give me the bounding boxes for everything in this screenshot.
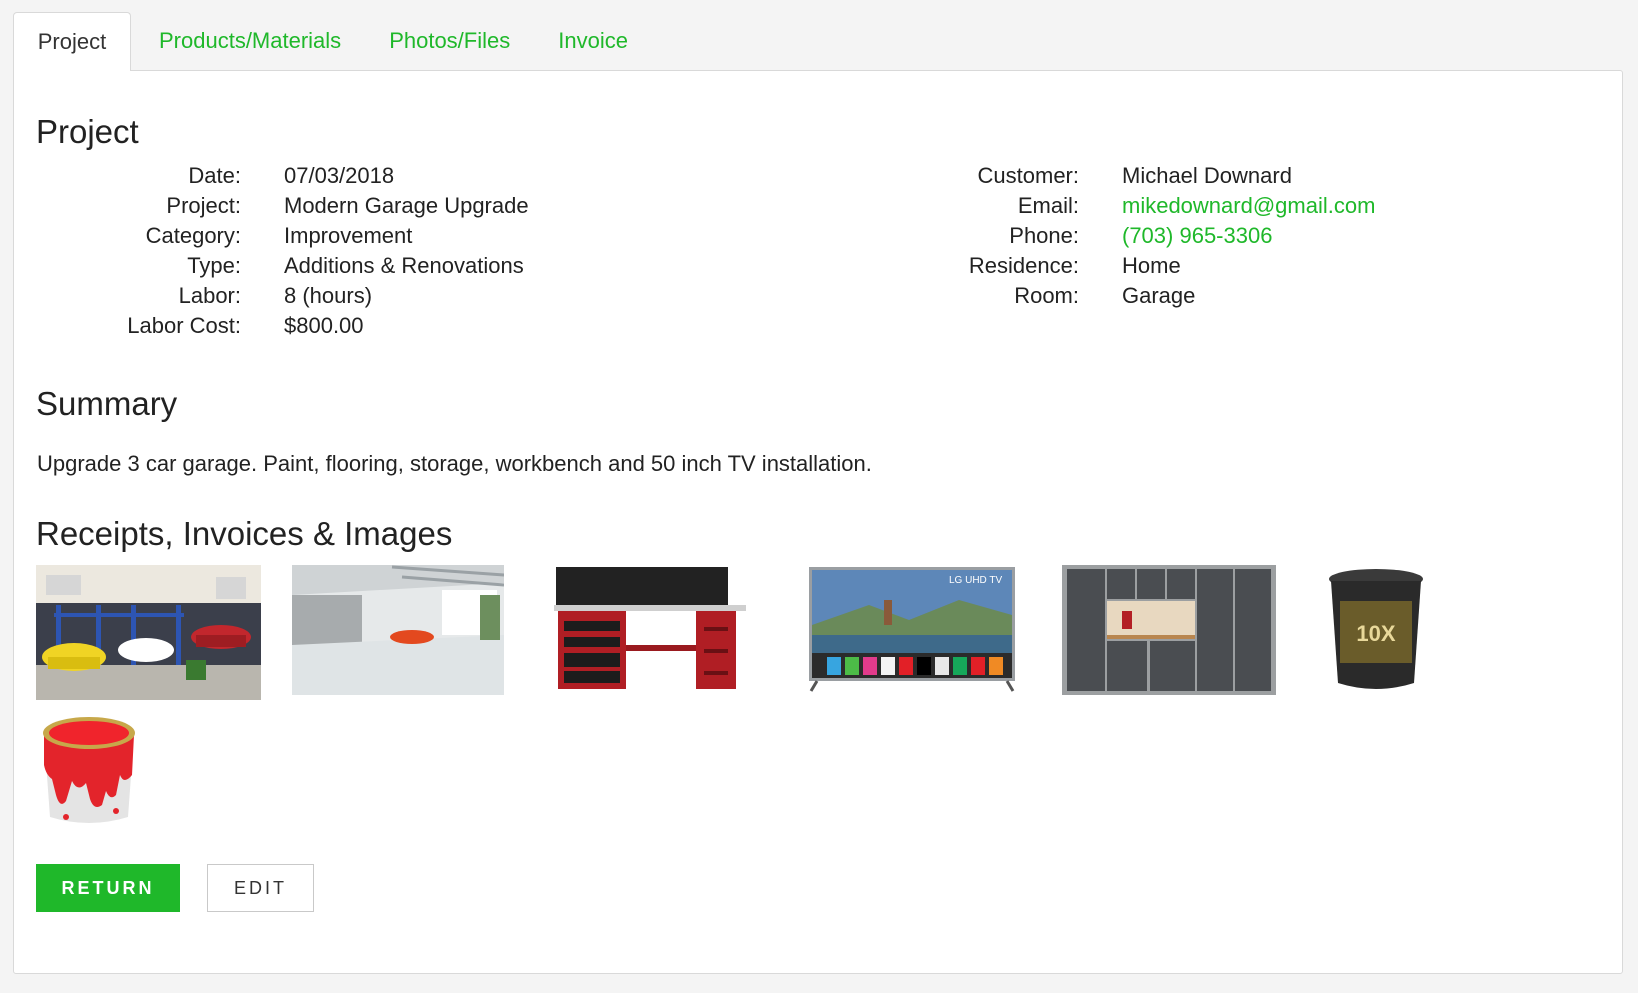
tab-photos-files[interactable]: Photos/Files [365, 12, 534, 70]
summary-heading: Summary [36, 385, 178, 422]
field-row-labor-cost: Labor Cost: $800.00 [14, 311, 529, 341]
email-link[interactable]: mikedownard@gmail.com [1122, 193, 1375, 219]
field-label: Category: [145, 223, 241, 248]
edit-button[interactable]: EDIT [207, 864, 314, 912]
field-label: Room: [1014, 283, 1079, 308]
paint-can-image [43, 717, 135, 823]
field-value: Additions & Renovations [284, 253, 524, 278]
summary-text: Upgrade 3 car garage. Paint, flooring, s… [37, 451, 872, 476]
phone-link[interactable]: (703) 965-3306 [1122, 223, 1272, 249]
attachment-thumbnail-coating-bucket[interactable]: 10X [1326, 565, 1426, 693]
bucket-label-text: 10X [1356, 621, 1395, 646]
field-row-customer: Customer: Michael Downard [939, 161, 1375, 191]
field-label: Project: [166, 193, 241, 218]
field-label: Email: [1017, 193, 1079, 218]
garage-floor-image [292, 565, 504, 695]
tab-bar: Project Products/Materials Photos/Files … [13, 12, 652, 71]
field-row-residence: Residence: Home [939, 251, 1375, 281]
attachment-thumbnail-garage-lifts[interactable] [36, 565, 261, 700]
tv-brand-text: LG UHD TV [949, 575, 1002, 586]
field-row-type: Type: Additions & Renovations [14, 251, 529, 281]
field-value: Michael Downard [1122, 163, 1292, 188]
field-value: $800.00 [284, 313, 364, 338]
field-row-project: Project: Modern Garage Upgrade [14, 191, 529, 221]
field-row-phone: Phone: (703) 965-3306 [939, 221, 1375, 251]
project-panel: Project Date: 07/03/2018 Project: Modern G… [13, 70, 1623, 974]
field-value: 8 (hours) [284, 283, 373, 308]
field-label: Residence: [968, 253, 1079, 278]
tv-image: LG UHD TV [809, 567, 1015, 692]
field-label: Phone: [1009, 223, 1079, 248]
field-value: Improvement [284, 223, 413, 248]
tab-products-materials[interactable]: Products/Materials [135, 12, 365, 70]
attachment-thumbnail-paint-can[interactable] [36, 705, 142, 829]
field-row-date: Date: 07/03/2018 [14, 161, 529, 191]
field-label: Date: [188, 163, 241, 188]
customer-details: Customer: Michael Downard Email: mikedowna… [939, 161, 1376, 311]
field-label: Customer: [977, 163, 1079, 188]
field-label: Labor: [178, 283, 241, 308]
field-value: Home [1122, 253, 1181, 278]
field-value: 07/03/2018 [284, 163, 395, 188]
field-row-room: Room: Garage [939, 281, 1375, 311]
field-value: Garage [1122, 283, 1196, 308]
attachments-heading: Receipts, Invoices & Images [36, 515, 453, 552]
attachment-thumbnail-garage-floor[interactable] [292, 565, 504, 695]
attachment-thumbnail-cabinets[interactable] [1062, 565, 1276, 695]
return-button[interactable]: RETURN [36, 864, 180, 912]
garage-lifts-image [36, 565, 261, 700]
attachment-thumbnail-workbench[interactable] [554, 565, 746, 692]
field-row-category: Category: Improvement [14, 221, 529, 251]
workbench-image [554, 567, 746, 689]
field-label: Type: [187, 253, 241, 278]
field-label: Labor Cost: [127, 313, 241, 338]
field-row-labor: Labor: 8 (hours) [14, 281, 529, 311]
tab-project[interactable]: Project [13, 12, 131, 71]
tab-invoice[interactable]: Invoice [534, 12, 652, 70]
field-row-email: Email: mikedownard@gmail.com [939, 191, 1376, 221]
coating-bucket-image: 10X [1329, 569, 1423, 689]
project-details: Date: 07/03/2018 Project: Modern Garage Up… [14, 161, 529, 341]
attachment-thumbnail-tv[interactable]: LG UHD TV [809, 565, 1015, 692]
field-value: Modern Garage Upgrade [284, 193, 529, 218]
cabinets-image [1062, 565, 1276, 695]
project-heading: Project [36, 113, 139, 150]
